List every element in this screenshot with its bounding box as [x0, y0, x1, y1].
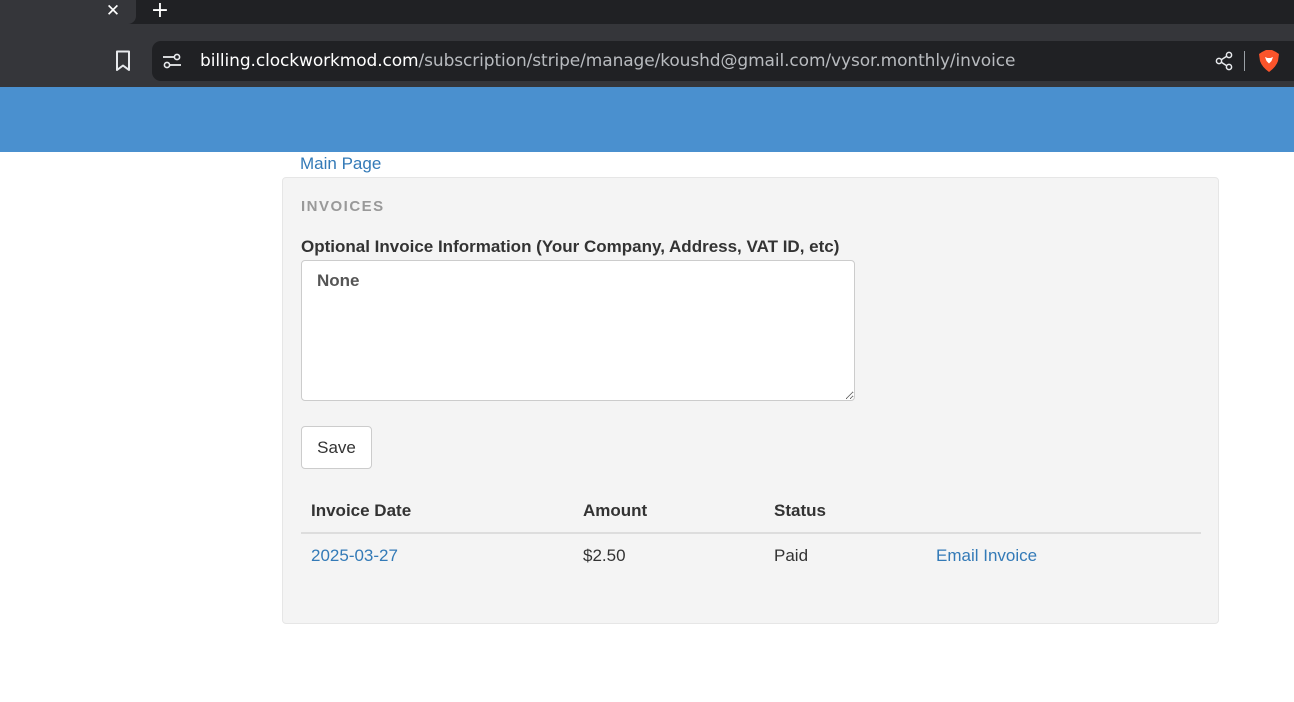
column-header-invoice-date: Invoice Date	[301, 489, 573, 534]
table-header-row: Invoice Date Amount Status	[301, 489, 1201, 534]
section-title: INVOICES	[301, 198, 385, 215]
column-header-action	[926, 489, 1201, 534]
invoice-amount-cell: $2.50	[583, 546, 626, 565]
new-tab-button[interactable]: +	[148, 0, 172, 22]
invoice-date-cell: 2025-03-27	[301, 533, 573, 578]
main-page-link[interactable]: Main Page	[300, 153, 381, 175]
brave-shields-icon[interactable]	[1258, 49, 1280, 73]
url-path: /subscription/stripe/manage/koushd@gmail…	[418, 51, 1016, 71]
share-icon[interactable]	[1214, 51, 1234, 71]
active-tab[interactable]: ✕	[0, 0, 136, 24]
table-row: 2025-03-27 $2.50 Paid Email Invoice	[301, 533, 1201, 578]
column-header-status: Status	[764, 489, 926, 534]
column-header-amount: Amount	[573, 489, 764, 534]
url-text[interactable]: billing.clockworkmod.com/subscription/st…	[200, 50, 1015, 72]
save-button[interactable]: Save	[301, 426, 372, 469]
invoice-table: Invoice Date Amount Status 2025-03-27 $2…	[301, 489, 1201, 578]
invoice-date-link[interactable]: 2025-03-27	[311, 546, 398, 565]
invoice-action-cell: Email Invoice	[926, 533, 1201, 578]
address-bar[interactable]: billing.clockworkmod.com/subscription/st…	[152, 41, 1294, 81]
close-icon[interactable]: ✕	[102, 0, 124, 22]
address-bar-divider	[1244, 51, 1245, 71]
site-settings-icon[interactable]	[162, 52, 182, 70]
invoices-panel: INVOICES Optional Invoice Information (Y…	[282, 177, 1219, 624]
bookmark-icon[interactable]	[112, 49, 134, 73]
invoice-info-label: Optional Invoice Information (Your Compa…	[301, 237, 840, 256]
tab-strip: ✕ +	[0, 0, 1294, 24]
email-invoice-link[interactable]: Email Invoice	[936, 546, 1037, 565]
invoice-info-textarea[interactable]: None	[301, 260, 855, 401]
site-header-bar	[0, 87, 1294, 152]
invoice-status-cell: Paid	[774, 546, 809, 565]
url-host: billing.clockworkmod.com	[200, 51, 419, 71]
browser-toolbar: billing.clockworkmod.com/subscription/st…	[0, 24, 1294, 87]
